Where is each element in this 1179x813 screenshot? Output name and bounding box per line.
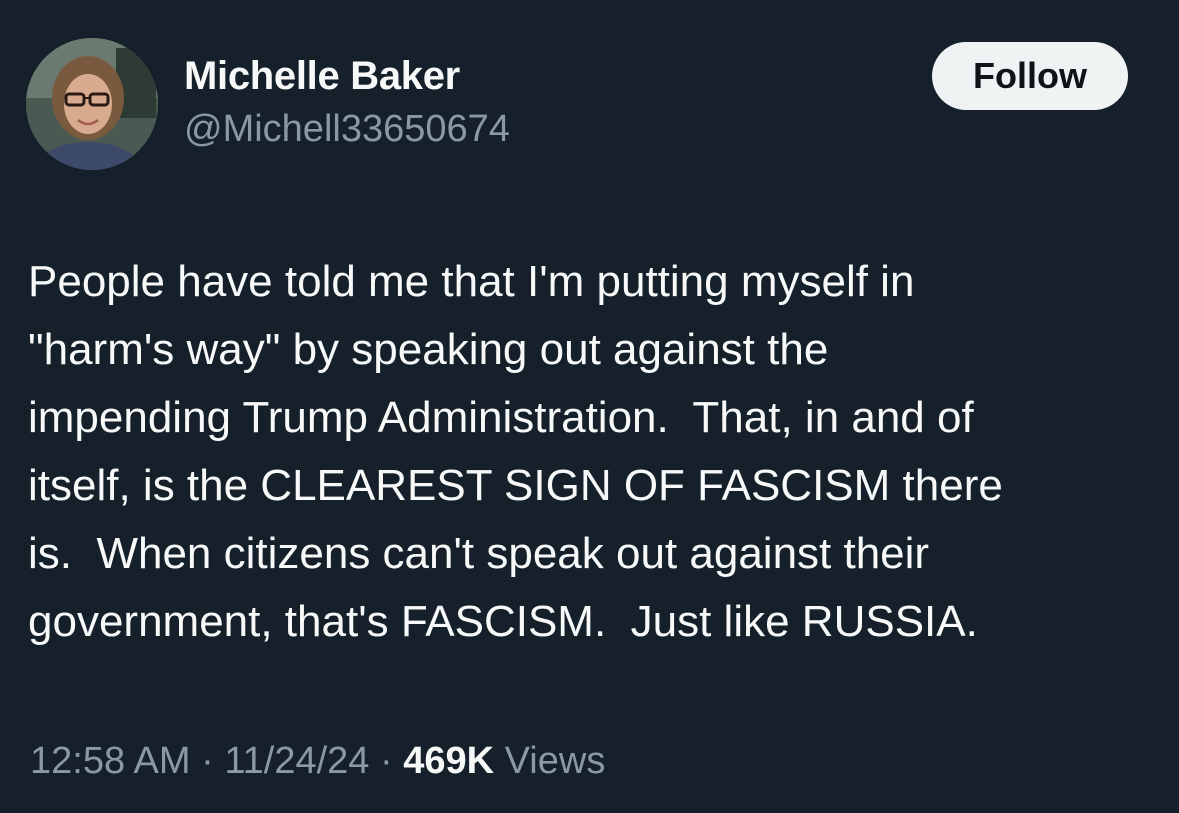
tweet-date[interactable]: 11/24/24 — [224, 740, 369, 782]
follow-button-label: Follow — [973, 55, 1087, 96]
tweet-text: People have told me that I'm putting mys… — [28, 257, 1003, 646]
author-handle[interactable]: @Michell33650674 — [184, 108, 510, 151]
tweet-time[interactable]: 12:58 AM — [30, 740, 191, 782]
tweet-card: Michelle Baker @Michell33650674 Follow P… — [0, 0, 1179, 813]
views-label: Views — [494, 740, 606, 782]
views-count[interactable]: 469K — [403, 740, 494, 782]
profile-photo-icon — [26, 38, 158, 170]
meta-separator-2: · — [369, 740, 404, 782]
tweet-meta: 12:58 AM · 11/24/24 · 469K Views — [30, 740, 605, 783]
avatar[interactable] — [26, 38, 158, 170]
meta-separator: · — [190, 740, 225, 782]
follow-button[interactable]: Follow — [932, 42, 1128, 110]
author-display-name[interactable]: Michelle Baker — [184, 54, 460, 99]
